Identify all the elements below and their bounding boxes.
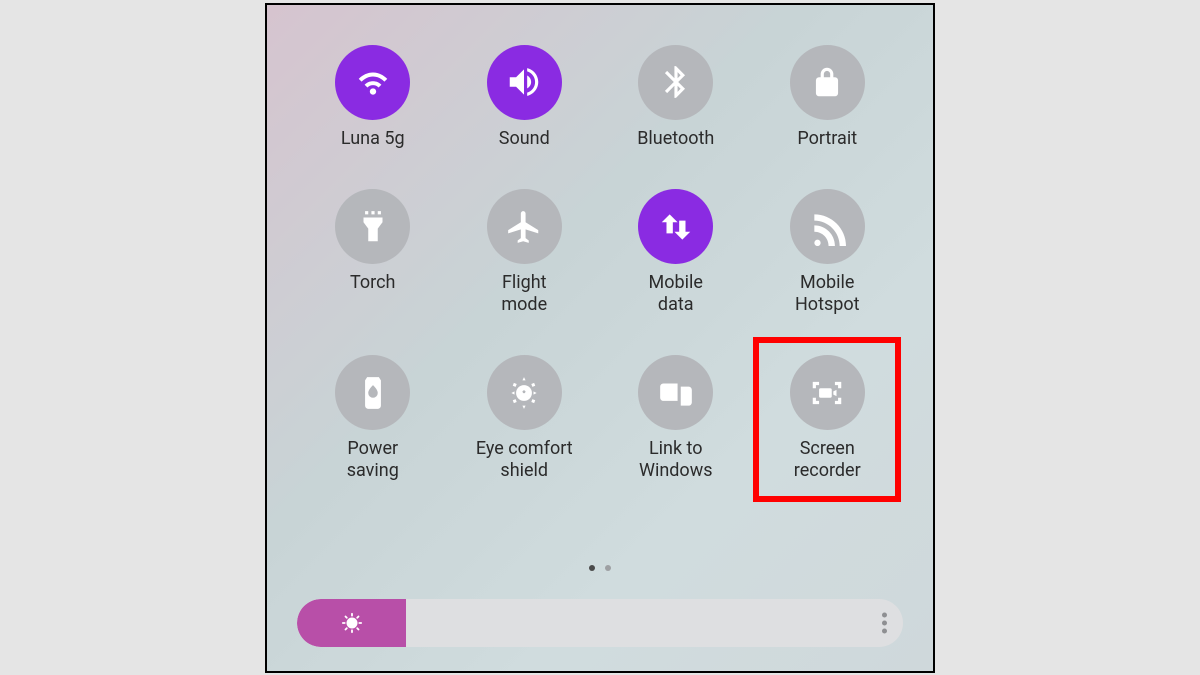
airplane-icon <box>487 189 562 264</box>
tile-label: Portrait <box>797 128 857 150</box>
tile-torch[interactable]: Torch <box>298 189 448 315</box>
tile-label: Eye comfort shield <box>476 438 573 481</box>
tile-bluetooth[interactable]: Bluetooth <box>601 45 751 150</box>
screen-recorder-icon <box>790 355 865 430</box>
mobile-data-icon <box>638 189 713 264</box>
quick-settings-grid: Luna 5g Sound Bluetooth Portrait <box>297 45 903 482</box>
link-windows-icon <box>638 355 713 430</box>
tile-label: Screen recorder <box>794 438 861 481</box>
brightness-fill <box>297 599 406 647</box>
tile-label: Bluetooth <box>637 128 714 150</box>
tile-power-saving[interactable]: Power saving <box>298 355 448 481</box>
tile-eye-comfort[interactable]: Eye comfort shield <box>449 355 599 481</box>
tile-screen-recorder[interactable]: Screen recorder <box>752 355 902 481</box>
tile-link-windows[interactable]: Link to Windows <box>601 355 751 481</box>
page-dot-active <box>589 565 595 571</box>
tile-mobile-data[interactable]: Mobile data <box>601 189 751 315</box>
brightness-menu-button[interactable] <box>882 612 887 633</box>
power-saving-icon <box>335 355 410 430</box>
tile-label: Luna 5g <box>341 128 405 150</box>
wifi-icon <box>335 45 410 120</box>
tile-label: Sound <box>499 128 550 150</box>
tile-sound[interactable]: Sound <box>449 45 599 150</box>
tile-flight-mode[interactable]: Flight mode <box>449 189 599 315</box>
sound-icon <box>487 45 562 120</box>
tile-label: Torch <box>350 272 395 294</box>
tile-mobile-hotspot[interactable]: Mobile Hotspot <box>752 189 902 315</box>
tile-label: Mobile data <box>649 272 703 315</box>
brightness-slider[interactable] <box>297 599 903 647</box>
tile-wifi[interactable]: Luna 5g <box>298 45 448 150</box>
tile-label: Mobile Hotspot <box>795 272 860 315</box>
sun-icon <box>341 612 363 634</box>
tile-label: Link to Windows <box>639 438 713 481</box>
tile-label: Flight mode <box>501 272 547 315</box>
hotspot-icon <box>790 189 865 264</box>
portrait-lock-icon <box>790 45 865 120</box>
torch-icon <box>335 189 410 264</box>
page-dot <box>605 565 611 571</box>
device-frame: Luna 5g Sound Bluetooth Portrait <box>265 3 935 673</box>
quick-settings-panel: Luna 5g Sound Bluetooth Portrait <box>267 5 933 671</box>
eye-comfort-icon <box>487 355 562 430</box>
tile-label: Power saving <box>347 438 399 481</box>
tile-portrait[interactable]: Portrait <box>752 45 902 150</box>
bluetooth-icon <box>638 45 713 120</box>
page-indicator[interactable] <box>267 565 933 571</box>
